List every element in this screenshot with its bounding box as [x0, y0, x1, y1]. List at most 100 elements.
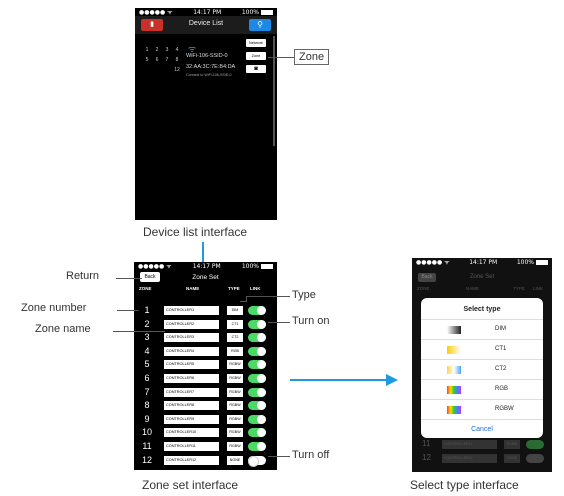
zone-name-field[interactable]: CONTROLLER4: [164, 346, 219, 356]
zone-row: 5 CONTROLLER5 RGBW: [134, 358, 277, 371]
zone-type-button[interactable]: CT2: [227, 333, 243, 343]
zone-name-field: CONTROLLER11: [442, 440, 497, 449]
option-label: RGB: [495, 386, 509, 392]
zone-link-toggle[interactable]: [248, 333, 266, 343]
flow-arrow-right: [290, 374, 398, 386]
zone-name-field[interactable]: CONTROLLER1: [164, 306, 219, 315]
scrollbar[interactable]: [273, 36, 275, 146]
zone-row: 3 CONTROLLER3 CT2: [134, 331, 277, 344]
header-zone: ZONE: [139, 286, 152, 291]
zone-row: 4 CONTROLLER4 RGB: [134, 345, 277, 358]
grid-number[interactable]: 8: [172, 55, 182, 65]
zone-type-button[interactable]: RGBW: [227, 414, 243, 424]
zone-type-button[interactable]: RGBW: [227, 401, 243, 411]
zone-type-button[interactable]: RGBW: [227, 442, 243, 451]
battery-label: 100%: [516, 258, 534, 266]
zone-type-button[interactable]: RGBW: [227, 428, 243, 438]
zone-link-toggle[interactable]: [248, 401, 266, 411]
zone-name-callout-line: [113, 331, 165, 332]
grid-number[interactable]: 7: [162, 55, 172, 65]
zone-type-button[interactable]: RGBW: [227, 360, 243, 370]
zone-name-field[interactable]: CONTROLLER9: [164, 414, 219, 424]
zone-name-field[interactable]: CONTROLLER7: [164, 387, 219, 397]
grid-number[interactable]: 4: [172, 45, 182, 55]
zone-number: 11: [142, 441, 152, 451]
zone-callout-line: [268, 57, 294, 58]
zone-link-toggle[interactable]: [248, 428, 266, 438]
zone-type-button[interactable]: DIM: [227, 306, 243, 315]
cancel-button[interactable]: Cancel: [421, 420, 543, 433]
grid-number[interactable]: 1: [142, 45, 152, 55]
search-button[interactable]: ⚲: [249, 19, 271, 31]
signal-icon: ●●●●● ᯤ: [416, 259, 450, 266]
zone-name-field[interactable]: CONTROLLER11: [164, 442, 219, 451]
list-item: 12 CONTROLLER12 NONE: [412, 453, 552, 465]
status-bar: ●●●●● ᯤ 14:17 PM 100%: [134, 262, 277, 270]
network-button[interactable]: Network: [246, 39, 266, 47]
header-link: LINK: [533, 286, 544, 291]
grid-number[interactable]: 2: [152, 45, 162, 55]
status-bar: ●●●●● ᯤ 14:17 PM 100%: [412, 258, 552, 266]
option-rgb[interactable]: RGB: [421, 380, 543, 400]
zone-link-toggle[interactable]: [248, 374, 266, 383]
header-name: NAME: [186, 286, 200, 291]
camera-button[interactable]: ◙: [246, 65, 266, 73]
zone-button[interactable]: Zone: [246, 52, 266, 60]
zone-row: 7 CONTROLLER7 RGBW: [134, 386, 277, 399]
grid-number[interactable]: 12: [172, 65, 182, 75]
zone-type-button[interactable]: RGBW: [227, 387, 243, 397]
zone-name-field[interactable]: CONTROLLER5: [164, 360, 219, 370]
battery-icon: [536, 259, 548, 265]
connection-label: Connect to WiFi-106-SSID-0: [186, 73, 232, 77]
zone-type-button[interactable]: RGB: [227, 346, 243, 356]
option-dim[interactable]: DIM: [421, 320, 543, 340]
zone-link-toggle[interactable]: [248, 387, 266, 397]
zone-name-field[interactable]: CONTROLLER10: [164, 428, 219, 438]
battery-icon: [261, 9, 273, 15]
zone-link-toggle[interactable]: [248, 306, 266, 315]
zone-name-field[interactable]: CONTROLLER2: [164, 319, 219, 329]
option-ct2[interactable]: CT2: [421, 360, 543, 380]
zone-row: 10 CONTROLLER10 RGBW: [134, 426, 277, 439]
zone-link-toggle[interactable]: [248, 442, 266, 451]
zone-row: 11 CONTROLLER11 RGBW: [134, 440, 277, 453]
option-label: CT2: [495, 366, 507, 372]
option-label: RGBW: [495, 406, 514, 412]
battery-icon: [261, 263, 273, 269]
option-ct1[interactable]: CT1: [421, 340, 543, 360]
zone-type-button[interactable]: RGBW: [227, 374, 243, 383]
zone-link-toggle[interactable]: [248, 346, 266, 356]
return-callout: Return: [66, 270, 100, 282]
status-time: 14:17 PM: [193, 8, 222, 16]
turn-off-callout-line: [268, 456, 290, 457]
option-rgbw[interactable]: RGBW: [421, 400, 543, 420]
grid-number[interactable]: 6: [152, 55, 162, 65]
zone-number: 8: [144, 400, 150, 411]
zone-link-toggle[interactable]: [248, 360, 266, 370]
zone-type-button[interactable]: CT1: [227, 319, 243, 329]
grid-number[interactable]: 5: [142, 55, 152, 65]
turn-on-callout-line: [268, 322, 290, 323]
zone-number: 1: [144, 305, 150, 315]
zone-link-toggle: [526, 440, 544, 449]
zone-name-field[interactable]: CONTROLLER8: [164, 401, 219, 411]
page-title: Zone Set: [469, 274, 495, 280]
zone-number-callout: Zone number: [21, 302, 87, 314]
zone-name-field[interactable]: CONTROLLER6: [164, 374, 219, 383]
zone-row: 9 CONTROLLER9 RGBW: [134, 413, 277, 426]
grid-number[interactable]: 3: [162, 45, 172, 55]
type-callout-line: [246, 296, 290, 297]
zone-link-toggle[interactable]: [248, 414, 266, 424]
zone-link-toggle[interactable]: [248, 455, 266, 467]
zone-name-field[interactable]: CONTROLLER12: [164, 455, 219, 465]
zone-name-field[interactable]: CONTROLLER3: [164, 333, 219, 343]
battery-label: 100%: [241, 262, 259, 270]
option-label: CT1: [495, 346, 507, 352]
device-list-caption: Device list interface: [143, 225, 248, 239]
zone-link-toggle[interactable]: [248, 319, 266, 329]
zone-name-callout: Zone name: [35, 323, 91, 335]
zone-number: 4: [144, 345, 150, 356]
option-label: DIM: [495, 326, 506, 332]
zone-number-callout-line: [117, 310, 139, 311]
zone-type-button[interactable]: NONE: [227, 455, 243, 465]
